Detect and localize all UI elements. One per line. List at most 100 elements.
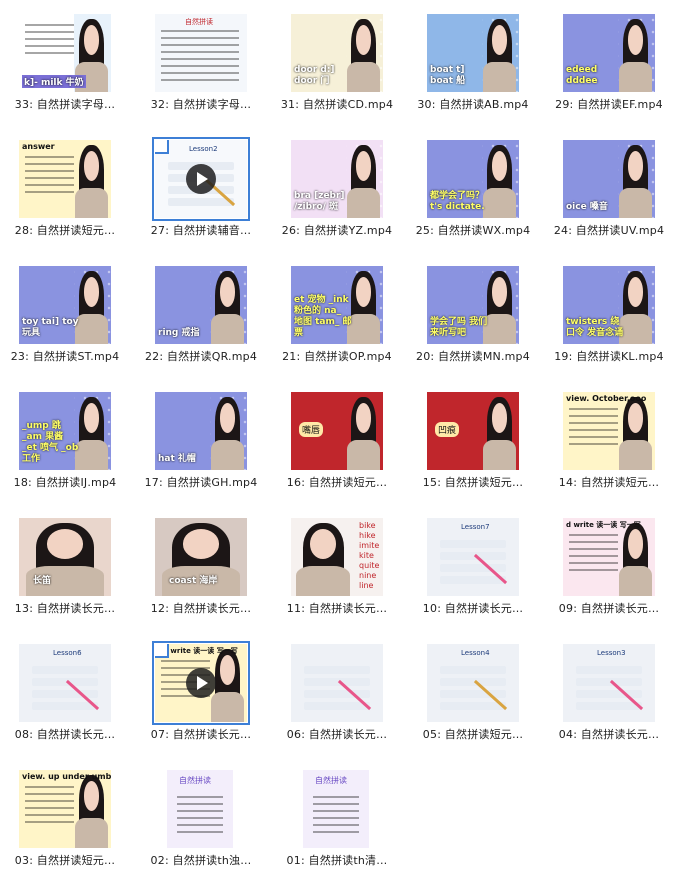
video-thumbnail[interactable]: edeed dddee bbox=[563, 14, 655, 92]
video-thumbnail[interactable]: coast 海岸 bbox=[155, 518, 247, 596]
file-name-label[interactable]: 25: 自然拼读WX.mp4 bbox=[408, 222, 538, 238]
file-tile[interactable]: coast 海岸 12: 自然拼读长元… bbox=[136, 507, 266, 633]
video-thumbnail[interactable] bbox=[291, 644, 383, 722]
file-tile[interactable]: hat 礼帽 17: 自然拼读GH.mp4 bbox=[136, 381, 266, 507]
video-thumbnail[interactable]: et 宠物 _ink 粉色的 na_ 地图 tam_ 邮票 bbox=[291, 266, 383, 344]
file-name-label[interactable]: 02: 自然拼读th浊… bbox=[136, 852, 266, 868]
file-tile[interactable]: d write 读一读 写一写 09: 自然拼读长元… bbox=[544, 507, 674, 633]
file-tile[interactable]: oice 嗓音 24: 自然拼读UV.mp4 bbox=[544, 129, 674, 255]
file-name-label[interactable]: 01: 自然拼读th清… bbox=[272, 852, 402, 868]
video-thumbnail[interactable]: hat 礼帽 bbox=[155, 392, 247, 470]
video-thumbnail[interactable]: Lesson4 bbox=[427, 644, 519, 722]
file-tile[interactable]: edeed dddee 29: 自然拼读EF.mp4 bbox=[544, 3, 674, 129]
video-thumbnail[interactable]: bike hike imite kite quite nine line bbox=[291, 518, 383, 596]
file-tile[interactable]: twisters 绕口令 发音念诵 19: 自然拼读KL.mp4 bbox=[544, 255, 674, 381]
file-name-label[interactable]: 29: 自然拼读EF.mp4 bbox=[544, 96, 674, 112]
video-thumbnail[interactable]: 长笛 bbox=[19, 518, 111, 596]
file-name-label[interactable]: 32: 自然拼读字母… bbox=[136, 96, 266, 112]
file-tile[interactable]: Lesson3 04: 自然拼读长元… bbox=[544, 633, 674, 759]
file-name-label[interactable]: 23: 自然拼读ST.mp4 bbox=[0, 348, 130, 364]
file-name-label[interactable]: 05: 自然拼读短元… bbox=[408, 726, 538, 742]
file-tile[interactable]: 学会了吗 我们来听写吧 20: 自然拼读MN.mp4 bbox=[408, 255, 538, 381]
video-thumbnail[interactable]: bra [zebr] /zibro/ 斑 bbox=[291, 140, 383, 218]
file-name-label[interactable]: 21: 自然拼读OP.mp4 bbox=[272, 348, 402, 364]
video-thumbnail[interactable]: 都学会了吗？ t's dictate. bbox=[427, 140, 519, 218]
video-thumbnail[interactable]: twisters 绕口令 发音念诵 bbox=[563, 266, 655, 344]
file-tile[interactable]: Lesson2 27: 自然拼读辅音… bbox=[136, 129, 266, 255]
file-name-label[interactable]: 12: 自然拼读长元… bbox=[136, 600, 266, 616]
file-tile[interactable]: 自然拼读 02: 自然拼读th浊… bbox=[136, 759, 266, 882]
video-thumbnail[interactable]: 自然拼读 bbox=[167, 770, 233, 848]
file-name-label[interactable]: 22: 自然拼读QR.mp4 bbox=[136, 348, 266, 364]
video-thumbnail[interactable]: k]- milk 牛奶 bbox=[19, 14, 111, 92]
file-tile[interactable]: 嘴唇 16: 自然拼读短元… bbox=[272, 381, 402, 507]
file-tile[interactable]: boat t] boat 船 30: 自然拼读AB.mp4 bbox=[408, 3, 538, 129]
file-tile[interactable]: ring 戒指 22: 自然拼读QR.mp4 bbox=[136, 255, 266, 381]
video-thumbnail[interactable]: answer bbox=[19, 140, 111, 218]
file-tile[interactable]: Lesson4 05: 自然拼读短元… bbox=[408, 633, 538, 759]
video-thumbnail[interactable]: 学会了吗 我们来听写吧 bbox=[427, 266, 519, 344]
video-thumbnail[interactable]: d write 读一读 写一写 bbox=[563, 518, 655, 596]
file-name-label[interactable]: 15: 自然拼读短元… bbox=[408, 474, 538, 490]
file-name-label[interactable]: 19: 自然拼读KL.mp4 bbox=[544, 348, 674, 364]
file-tile[interactable]: k]- milk 牛奶 33: 自然拼读字母… bbox=[0, 3, 130, 129]
video-thumbnail[interactable]: door d:] door 门 bbox=[291, 14, 383, 92]
file-tile[interactable]: 自然拼读 01: 自然拼读th清… bbox=[272, 759, 402, 882]
file-tile[interactable]: bike hike imite kite quite nine line 11: … bbox=[272, 507, 402, 633]
file-name-label[interactable]: 11: 自然拼读长元… bbox=[272, 600, 402, 616]
file-name-label[interactable]: 13: 自然拼读长元… bbox=[0, 600, 130, 616]
file-tile[interactable]: view. up under umbrella 03: 自然拼读短元… bbox=[0, 759, 130, 882]
file-tile[interactable]: bra [zebr] /zibro/ 斑 26: 自然拼读YZ.mp4 bbox=[272, 129, 402, 255]
file-name-label[interactable]: 08: 自然拼读长元… bbox=[0, 726, 130, 742]
file-tile[interactable]: 06: 自然拼读长元… bbox=[272, 633, 402, 759]
file-name-label[interactable]: 16: 自然拼读短元… bbox=[272, 474, 402, 490]
video-thumbnail[interactable]: 自然拼读 bbox=[303, 770, 369, 848]
file-tile[interactable]: et 宠物 _ink 粉色的 na_ 地图 tam_ 邮票 21: 自然拼读OP.… bbox=[272, 255, 402, 381]
selection-checkbox-icon[interactable] bbox=[155, 140, 169, 154]
file-name-label[interactable]: 20: 自然拼读MN.mp4 bbox=[408, 348, 538, 364]
file-name-label[interactable]: 28: 自然拼读短元… bbox=[0, 222, 130, 238]
video-thumbnail[interactable]: boat t] boat 船 bbox=[427, 14, 519, 92]
play-icon[interactable] bbox=[186, 164, 216, 194]
video-thumbnail[interactable]: nd write 读一读 写一写 bbox=[152, 641, 250, 725]
video-thumbnail[interactable]: 自然拼读 bbox=[155, 14, 247, 92]
video-thumbnail[interactable]: Lesson6 bbox=[19, 644, 111, 722]
file-name-label[interactable]: 17: 自然拼读GH.mp4 bbox=[136, 474, 266, 490]
file-name-label[interactable]: 18: 自然拼读IJ.mp4 bbox=[0, 474, 130, 490]
play-icon[interactable] bbox=[186, 668, 216, 698]
video-thumbnail[interactable]: oice 嗓音 bbox=[563, 140, 655, 218]
file-name-label[interactable]: 04: 自然拼读长元… bbox=[544, 726, 674, 742]
file-tile[interactable]: answer 28: 自然拼读短元… bbox=[0, 129, 130, 255]
file-tile[interactable]: 都学会了吗？ t's dictate. 25: 自然拼读WX.mp4 bbox=[408, 129, 538, 255]
video-thumbnail[interactable]: ring 戒指 bbox=[155, 266, 247, 344]
video-thumbnail[interactable]: 嘴唇 bbox=[291, 392, 383, 470]
file-tile[interactable]: nd write 读一读 写一写 07: 自然拼读长元… bbox=[136, 633, 266, 759]
file-name-label[interactable]: 14: 自然拼读短元… bbox=[544, 474, 674, 490]
file-name-label[interactable]: 30: 自然拼读AB.mp4 bbox=[408, 96, 538, 112]
video-thumbnail[interactable]: Lesson3 bbox=[563, 644, 655, 722]
file-name-label[interactable]: 26: 自然拼读YZ.mp4 bbox=[272, 222, 402, 238]
file-name-label[interactable]: 33: 自然拼读字母… bbox=[0, 96, 130, 112]
file-name-label[interactable]: 27: 自然拼读辅音… bbox=[136, 222, 266, 238]
file-tile[interactable]: Lesson6 08: 自然拼读长元… bbox=[0, 633, 130, 759]
file-tile[interactable]: 长笛 13: 自然拼读长元… bbox=[0, 507, 130, 633]
video-thumbnail[interactable]: Lesson2 bbox=[152, 137, 250, 221]
file-tile[interactable]: door d:] door 门 31: 自然拼读CD.mp4 bbox=[272, 3, 402, 129]
video-thumbnail[interactable]: _ump 跳 _am 果酱 _et 喷气 _ob 工作 bbox=[19, 392, 111, 470]
video-thumbnail[interactable]: view. up under umbrella bbox=[19, 770, 111, 848]
video-thumbnail[interactable]: view. October,ooo bbox=[563, 392, 655, 470]
file-tile[interactable]: 自然拼读 32: 自然拼读字母… bbox=[136, 3, 266, 129]
file-name-label[interactable]: 07: 自然拼读长元… bbox=[136, 726, 266, 742]
file-name-label[interactable]: 10: 自然拼读长元… bbox=[408, 600, 538, 616]
file-tile[interactable]: _ump 跳 _am 果酱 _et 喷气 _ob 工作 18: 自然拼读IJ.mp… bbox=[0, 381, 130, 507]
file-tile[interactable]: 凹痕 15: 自然拼读短元… bbox=[408, 381, 538, 507]
file-name-label[interactable]: 06: 自然拼读长元… bbox=[272, 726, 402, 742]
selection-checkbox-icon[interactable] bbox=[155, 644, 169, 658]
video-thumbnail[interactable]: toy tai] toy 玩具 bbox=[19, 266, 111, 344]
video-thumbnail[interactable]: 凹痕 bbox=[427, 392, 519, 470]
file-tile[interactable]: Lesson7 10: 自然拼读长元… bbox=[408, 507, 538, 633]
file-name-label[interactable]: 24: 自然拼读UV.mp4 bbox=[544, 222, 674, 238]
file-name-label[interactable]: 09: 自然拼读长元… bbox=[544, 600, 674, 616]
file-name-label[interactable]: 31: 自然拼读CD.mp4 bbox=[272, 96, 402, 112]
video-thumbnail[interactable]: Lesson7 bbox=[427, 518, 519, 596]
